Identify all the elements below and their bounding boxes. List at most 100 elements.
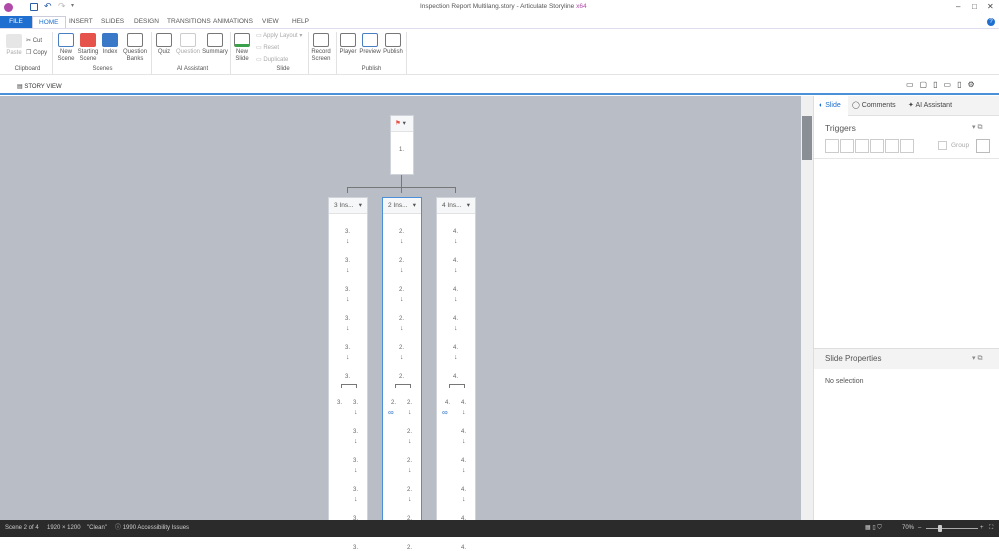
tab-comments[interactable]: ◯ Comments [852, 96, 896, 116]
player-button[interactable]: Player [339, 33, 357, 56]
zoom-slider[interactable] [926, 528, 978, 529]
slide-thumb[interactable]: 4. [453, 345, 458, 351]
starting-scene-button[interactable]: Starting Scene [77, 33, 99, 63]
zoom-out-button[interactable]: – [918, 520, 921, 537]
slide-thumb[interactable]: 2. [399, 258, 404, 264]
zoom-in-button[interactable]: + [980, 520, 984, 537]
duplicate-button[interactable]: ▭ Duplicate [256, 57, 288, 64]
record-screen-button[interactable]: Record Screen [310, 33, 332, 63]
tab-view[interactable]: VIEW [256, 16, 285, 28]
slide-thumb[interactable]: 2. [407, 400, 412, 406]
slide-thumb[interactable]: 3. [353, 487, 358, 493]
slide-thumb[interactable]: 4. [461, 400, 466, 406]
tab-help[interactable]: HELP [286, 16, 315, 28]
zoom-slider-thumb[interactable] [938, 525, 942, 532]
slide-thumb[interactable]: 2. [407, 458, 412, 464]
close-button[interactable]: ✕ [987, 2, 994, 11]
slide-thumb[interactable]: 2. [399, 374, 404, 380]
slide-thumb[interactable]: 3. [345, 374, 350, 380]
scrollbar-thumb[interactable] [802, 116, 812, 160]
tab-design[interactable]: DESIGN [128, 16, 165, 28]
variables-icon[interactable] [976, 139, 990, 153]
slide-thumb[interactable]: 4. [461, 429, 466, 435]
tab-file[interactable]: FILE [0, 16, 32, 28]
tab-insert[interactable]: INSERT [63, 16, 99, 28]
slide-thumb[interactable]: 4. [453, 316, 458, 322]
publish-button[interactable]: Publish [382, 33, 404, 56]
slide-thumb[interactable]: 2. [391, 400, 396, 406]
slide-thumb[interactable]: 3. [353, 429, 358, 435]
redo-icon[interactable]: ↷ [58, 1, 66, 12]
preview-button[interactable]: Preview [359, 33, 381, 56]
undo-icon[interactable]: ↶ [44, 1, 52, 12]
fit-to-window-icon[interactable]: ⛶ [989, 520, 993, 537]
maximize-button[interactable]: □ [972, 2, 977, 11]
scene-menu-icon[interactable]: ▾ [413, 198, 416, 214]
accessibility-issues[interactable]: ⓘ 1990 Accessibility Issues [115, 520, 189, 537]
customize-toolbar-icon[interactable]: ▾ [71, 2, 74, 9]
view-mode-icons[interactable]: ▦ ▯ ⛉ [865, 520, 882, 537]
scene-card[interactable]: 2 Ins... ▾ 2. ↓ 2. ↓ 2. ↓ 2. ↓ 2. ↓ 2. 2. 2. ∞ ↓ 2. ↓ 2. ↓ 2.… [382, 197, 422, 551]
slide-thumb[interactable]: 3. [345, 258, 350, 264]
copy-button[interactable]: ❐ Copy [26, 50, 47, 57]
device-preview-icons[interactable]: ▭▢▯▭▯⚙ [906, 80, 981, 89]
edit-trigger-icon[interactable] [840, 139, 854, 153]
slide-thumb[interactable]: 4. [461, 458, 466, 464]
slide-thumb[interactable]: 4. [461, 545, 466, 551]
quiz-button[interactable]: Quiz [155, 33, 173, 56]
panel-options-icon[interactable]: ▾ ⧉ [972, 123, 982, 132]
tab-slide[interactable]: ◐ Slide [814, 96, 848, 116]
story-view-tab[interactable]: ▤ STORY VIEW [17, 83, 62, 90]
question-button[interactable]: Question [175, 33, 201, 56]
gear-icon[interactable]: ⚙ [967, 80, 980, 89]
slide-thumb[interactable]: 4. [453, 374, 458, 380]
story-canvas[interactable]: ⚑ ▾ 1. 3 Ins... ▾ 3. ↓ 3. ↓ 3. ↓ 3. ↓ 3. ↓ 3. 3. 3. ↓ 3.… [0, 96, 801, 551]
slide-thumb[interactable]: 2. [407, 487, 412, 493]
starting-scene-card[interactable]: ⚑ ▾ 1. [390, 115, 414, 175]
scene-menu-icon[interactable]: ▾ [359, 198, 362, 214]
scene-menu-icon[interactable]: ▾ [467, 198, 470, 214]
slide-thumb[interactable]: 3. [337, 400, 342, 406]
slide-thumb[interactable]: 3. [353, 400, 358, 406]
tab-animations[interactable]: ANIMATIONS [207, 16, 259, 28]
slide-thumb[interactable]: 2. [399, 229, 404, 235]
group-checkbox[interactable] [938, 141, 947, 150]
apply-layout-button[interactable]: ▭ Apply Layout ▾ [256, 33, 302, 40]
slide-thumb[interactable]: 4. [445, 400, 450, 406]
index-button[interactable]: Index [101, 33, 119, 56]
scene-card[interactable]: 4 Ins... ▾ 4. ↓ 4. ↓ 4. ↓ 4. ↓ 4. ↓ 4. 4. 4. ∞ ↓ 4. ↓ 4. ↓ 4.… [436, 197, 476, 551]
move-trigger-icon[interactable] [900, 139, 914, 153]
slide-thumb[interactable]: 3. [345, 229, 350, 235]
scene-card[interactable]: 3 Ins... ▾ 3. ↓ 3. ↓ 3. ↓ 3. ↓ 3. ↓ 3. 3. 3. ↓ 3. ↓ 3. ↓ 3. ↓… [328, 197, 368, 551]
tab-slides[interactable]: SLIDES [95, 16, 130, 28]
question-banks-button[interactable]: Question Banks [122, 33, 148, 63]
slide-thumb[interactable]: 2. [399, 316, 404, 322]
slide-thumb[interactable]: 4. [461, 487, 466, 493]
help-icon[interactable]: ? [987, 18, 995, 26]
tab-home[interactable]: HOME [32, 16, 66, 28]
reset-button[interactable]: ▭ Reset [256, 45, 279, 52]
slide-thumb[interactable]: 2. [399, 287, 404, 293]
delete-trigger-icon[interactable] [885, 139, 899, 153]
properties-options-icon[interactable]: ▾ ⧉ [972, 354, 982, 363]
slide-thumb[interactable]: 2. [407, 545, 412, 551]
tab-ai-assistant[interactable]: ✦ AI Assistant [908, 96, 952, 116]
slide-thumb[interactable]: 1. [399, 147, 404, 153]
slide-thumb[interactable]: 3. [345, 345, 350, 351]
slide-thumb[interactable]: 4. [453, 287, 458, 293]
save-icon[interactable] [30, 3, 38, 11]
slide-thumb[interactable]: 4. [453, 258, 458, 264]
slide-thumb[interactable]: 4. [453, 229, 458, 235]
new-trigger-icon[interactable] [825, 139, 839, 153]
minimize-button[interactable]: – [956, 2, 960, 11]
slide-thumb[interactable]: 3. [353, 458, 358, 464]
new-scene-button[interactable]: New Scene [56, 33, 76, 63]
summary-button[interactable]: Summary [202, 33, 228, 56]
cut-button[interactable]: ✂ Cut [26, 38, 42, 45]
slide-thumb[interactable]: 2. [399, 345, 404, 351]
canvas-scrollbar[interactable] [801, 96, 813, 520]
slide-thumb[interactable]: 2. [407, 429, 412, 435]
new-slide-button[interactable]: New Slide [233, 33, 251, 63]
slide-thumb[interactable]: 3. [345, 316, 350, 322]
slide-thumb[interactable]: 3. [353, 545, 358, 551]
